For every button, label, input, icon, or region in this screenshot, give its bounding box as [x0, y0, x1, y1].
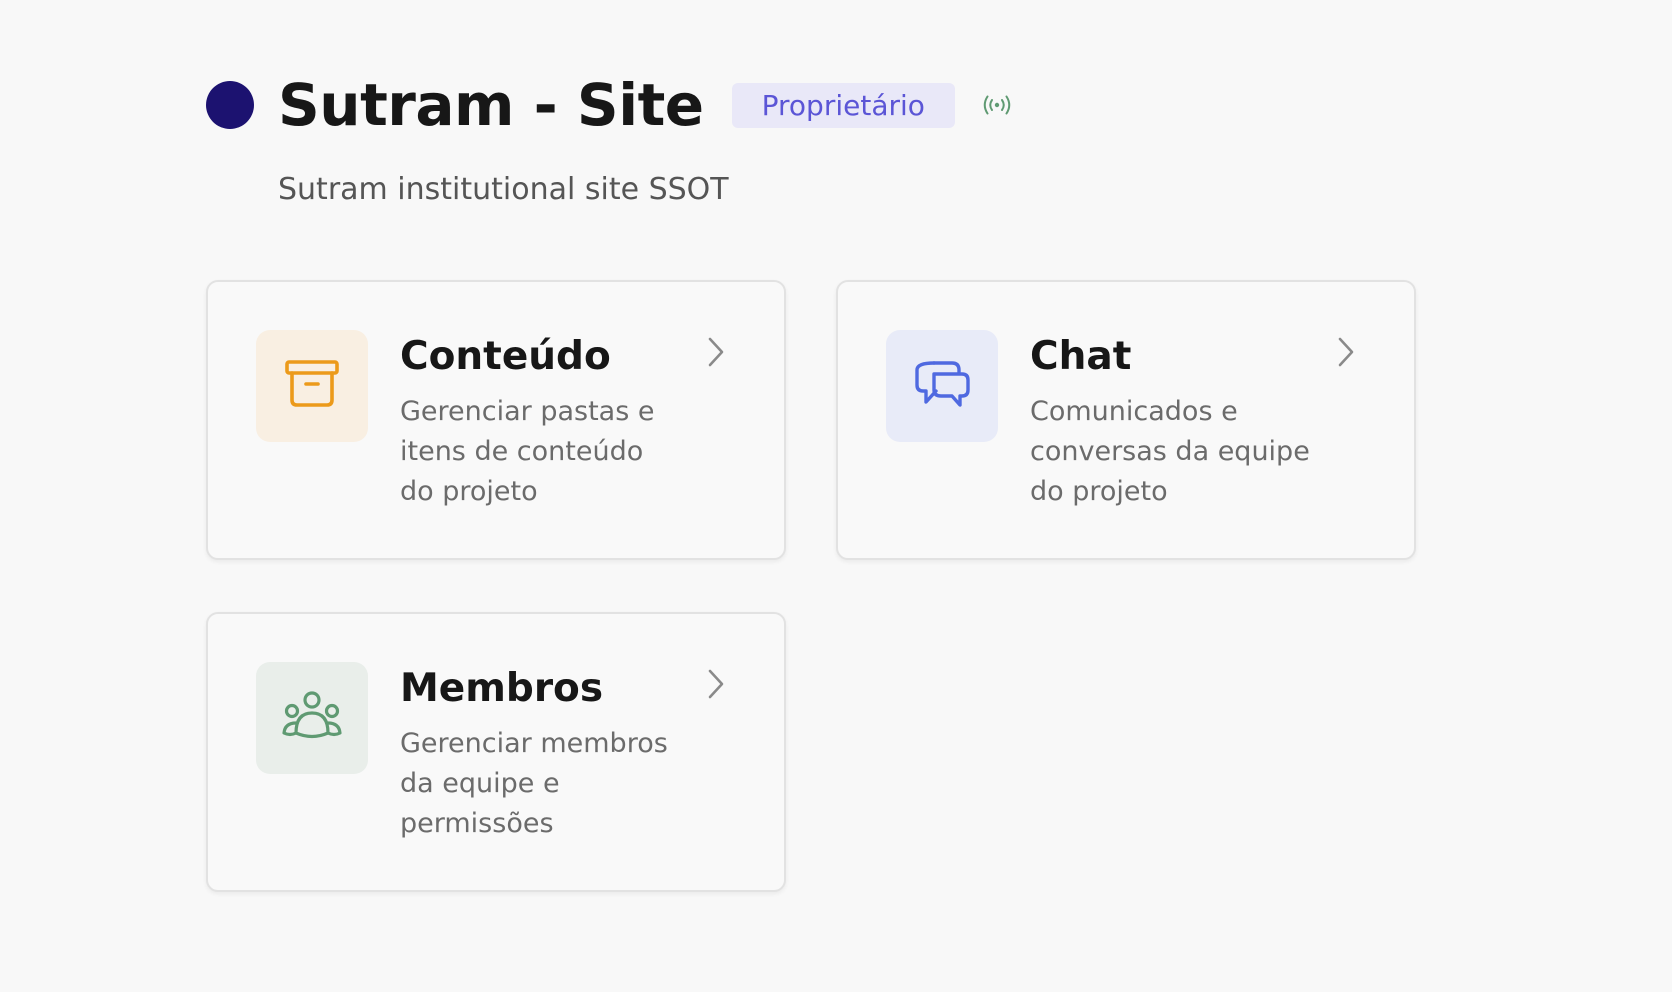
card-chat-icon-box	[886, 330, 998, 442]
card-chat[interactable]: Chat Comunicados e conversas da equipe d…	[836, 280, 1416, 560]
chevron-right-icon	[704, 334, 728, 370]
role-badge: Proprietário	[731, 82, 955, 128]
card-content-title: Conteúdo	[400, 334, 611, 379]
card-chat-description: Comunicados e conversas da equipe do pro…	[1030, 396, 1310, 507]
project-header: Sutram - Site Proprietário	[206, 76, 1013, 134]
card-members-title: Membros	[400, 666, 604, 711]
archive-box-icon	[282, 358, 342, 414]
chevron-right-icon	[704, 666, 728, 702]
project-description: Sutram institutional site SSOT	[278, 172, 729, 207]
card-members-description: Gerenciar membros da equipe e permissões	[400, 728, 668, 839]
chat-bubbles-icon	[912, 357, 972, 415]
card-members[interactable]: Membros Gerenciar membros da equipe e pe…	[206, 612, 786, 892]
card-members-icon-box	[256, 662, 368, 774]
team-members-icon	[281, 689, 343, 747]
chevron-right-icon	[1334, 334, 1358, 370]
project-overview-page: Sutram - Site Proprietário Sutram instit…	[0, 0, 1672, 992]
live-signal-icon	[981, 93, 1013, 117]
project-color-dot	[206, 81, 254, 129]
card-chat-title: Chat	[1030, 334, 1132, 379]
card-content[interactable]: Conteúdo Gerenciar pastas e itens de con…	[206, 280, 786, 560]
page-title: Sutram - Site	[278, 71, 704, 139]
card-content-description: Gerenciar pastas e itens de conteúdo do …	[400, 396, 655, 507]
card-content-icon-box	[256, 330, 368, 442]
